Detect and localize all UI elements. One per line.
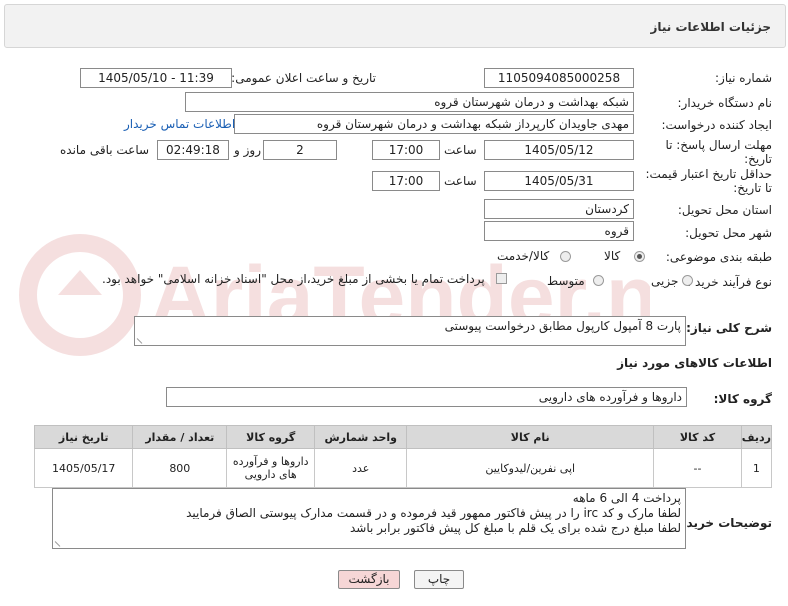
page-title: جزئیات اطلاعات نیاز — [650, 20, 771, 34]
buyer-notes-line-1: پرداخت 4 الی 6 ماهه — [572, 491, 681, 505]
treasury-payment-note: پرداخت تمام یا بخشی از مبلغ خرید،از محل … — [102, 272, 485, 286]
buyer-notes-line-2: لطفا مارک و کد irc را در پیش فاکتور ممهو… — [186, 506, 681, 520]
goods-section-title: اطلاعات کالاهای مورد نیاز — [617, 356, 772, 370]
city-label: شهر محل تحویل: — [685, 226, 772, 240]
col-header-quantity: تعداد / مقدار — [132, 425, 228, 449]
category-radio-goods[interactable] — [634, 251, 645, 262]
days-remaining-field[interactable]: 2 — [263, 140, 337, 160]
print-button[interactable]: چاپ — [414, 570, 464, 589]
deadline-label-date: تاریخ: — [744, 152, 772, 166]
buyer-org-field[interactable]: شبکه بهداشت و درمان شهرستان قروه — [185, 92, 634, 112]
col-header-need-date: تاریخ نیاز — [33, 425, 134, 449]
resize-handle-icon[interactable] — [136, 333, 148, 344]
page-header: جزئیات اطلاعات نیاز — [4, 4, 786, 48]
validity-time-field[interactable]: 17:00 — [372, 171, 440, 191]
description-text: پارت 8 آمپول کارپول مطابق درخواست پیوستی — [444, 319, 681, 333]
col-header-unit: واحد شمارش — [314, 425, 408, 449]
remaining-time-word: ساعت باقی مانده — [60, 143, 150, 157]
deadline-label: مهلت ارسال پاسخ: تا — [665, 138, 772, 152]
goods-group-field[interactable]: داروها و فرآورده های دارویی — [166, 387, 687, 407]
buyer-contact-link[interactable]: اطلاعات تماس خریدار — [124, 117, 235, 131]
items-table: ردیف کد کالا نام کالا واحد شمارش گروه کا… — [33, 425, 773, 488]
description-label: شرح کلی نیاز: — [686, 321, 772, 335]
category-radio-goods-service[interactable] — [560, 251, 571, 262]
buyer-org-label: نام دستگاه خریدار: — [677, 96, 773, 110]
col-header-item-name: نام کالا — [406, 425, 655, 449]
cell-item-code: -- — [653, 448, 742, 488]
need-number-label: شماره نیاز: — [715, 71, 772, 85]
province-field[interactable]: کردستان — [484, 199, 634, 219]
description-textarea[interactable]: پارت 8 آمپول کارپول مطابق درخواست پیوستی — [134, 316, 686, 346]
deadline-date-field[interactable]: 1405/05/12 — [484, 140, 634, 160]
validity-label: حداقل تاریخ اعتبار قیمت: — [645, 167, 772, 181]
cell-row-number: 1 — [740, 448, 773, 488]
category-option-goods-service: کالا/خدمت — [497, 249, 550, 263]
resize-handle-icon[interactable] — [54, 536, 66, 547]
validity-label-date: تا تاریخ: — [733, 181, 772, 195]
process-type-label: نوع فرآیند خرید : — [687, 275, 772, 289]
treasury-payment-checkbox[interactable] — [496, 273, 507, 284]
process-radio-minor[interactable] — [682, 275, 693, 286]
col-header-row-number: ردیف — [740, 425, 773, 449]
category-label: طبقه بندی موضوعی: — [665, 250, 772, 264]
requester-label: ایجاد کننده درخواست: — [661, 118, 772, 132]
announce-datetime-field[interactable]: 1405/05/10 - 11:39 — [80, 68, 232, 88]
back-button[interactable]: بازگشت — [338, 570, 400, 589]
goods-group-label: گروه کالا: — [713, 392, 772, 406]
announce-datetime-label: تاریخ و ساعت اعلان عمومی: — [231, 71, 376, 85]
buyer-notes-textarea[interactable]: پرداخت 4 الی 6 ماهه لطفا مارک و کد irc ر… — [52, 488, 686, 549]
col-header-item-code: کد کالا — [653, 425, 742, 449]
province-label: استان محل تحویل: — [677, 203, 772, 217]
table-header-row: ردیف کد کالا نام کالا واحد شمارش گروه کا… — [33, 425, 773, 449]
need-number-field[interactable]: 1105094085000258 — [484, 68, 634, 88]
table-row[interactable]: 1 -- اپی نفرین/لیدوکایین عدد داروها و فر… — [33, 448, 773, 488]
category-option-goods: کالا — [604, 249, 621, 263]
remaining-time-field[interactable]: 02:49:18 — [157, 140, 229, 160]
city-field[interactable]: قروه — [484, 221, 634, 241]
cell-quantity: 800 — [132, 448, 228, 488]
deadline-time-field[interactable]: 17:00 — [372, 140, 440, 160]
validity-date-field[interactable]: 1405/05/31 — [484, 171, 634, 191]
cell-need-date: 1405/05/17 — [33, 448, 134, 488]
process-option-minor: جزیی — [651, 274, 679, 288]
cell-group: داروها و فرآورده های دارویی — [226, 448, 316, 488]
requester-field[interactable]: مهدی جاویدان کارپرداز شبکه بهداشت و درما… — [234, 114, 634, 134]
days-word: روز و — [234, 143, 261, 157]
cell-unit: عدد — [314, 448, 408, 488]
deadline-time-word: ساعت — [444, 143, 477, 157]
process-option-medium: متوسط — [547, 274, 585, 288]
buyer-notes-line-3: لطفا مبلغ درج شده برای یک قلم با مبلغ کل… — [349, 521, 681, 535]
process-radio-medium[interactable] — [593, 275, 604, 286]
col-header-group: گروه کالا — [226, 425, 316, 449]
validity-time-word: ساعت — [444, 174, 477, 188]
cell-item-name: اپی نفرین/لیدوکایین — [406, 448, 655, 488]
